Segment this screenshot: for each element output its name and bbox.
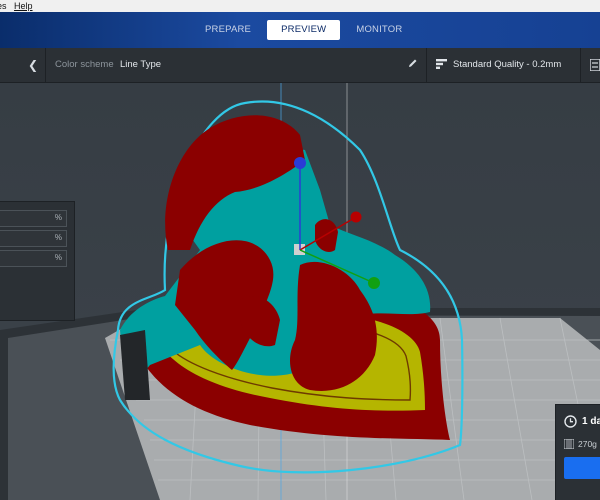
print-quality-selector[interactable]: Standard Quality - 0.2mm [426,48,581,82]
settings-icon[interactable] [590,59,600,71]
pencil-icon [409,59,417,67]
3d-viewport[interactable]: % % % 1 da 270g [0,83,600,500]
save-to-disk-button[interactable] [564,457,600,479]
color-scheme-label: Color scheme [55,59,114,70]
back-chevron-icon: ❮ [28,58,39,72]
menu-bar: es Help [0,0,600,12]
gizmo-z-handle[interactable] [294,157,306,169]
object-settings-panel: % % % [0,201,75,321]
filament-weight: 270g [578,439,597,449]
print-info-panel: 1 da 270g [555,404,600,500]
setting-unit-3: % [54,253,62,262]
color-scheme-value: Line Type [120,59,162,70]
quality-icon [436,59,447,69]
setting-field-1[interactable]: % [0,210,67,227]
menu-item-edit-partial[interactable]: es [0,0,7,12]
tab-preview[interactable]: PREVIEW [267,20,341,40]
print-time: 1 da [582,416,600,427]
color-scheme-selector[interactable]: Color scheme Line Type [45,48,427,82]
setting-unit-2: % [54,233,62,242]
back-button[interactable]: ❮ [0,48,46,82]
setting-field-3[interactable]: % [0,250,67,267]
menu-item-help[interactable]: Help [14,0,33,12]
model-shadow [120,330,150,400]
stage-header: PREPARE PREVIEW MONITOR [0,12,600,48]
tab-monitor[interactable]: MONITOR [342,20,416,40]
stage-tabs: PREPARE PREVIEW MONITOR [191,20,418,40]
preview-toolbar: ❮ Color scheme Line Type Standard Qualit… [0,48,600,83]
setting-unit-1: % [54,213,62,222]
filament-icon [564,439,574,449]
clock-icon [564,415,577,428]
quality-label: Standard Quality - 0.2mm [453,59,562,70]
tab-prepare[interactable]: PREPARE [191,20,265,40]
build-plate-scene [0,83,600,500]
setting-field-2[interactable]: % [0,230,67,247]
